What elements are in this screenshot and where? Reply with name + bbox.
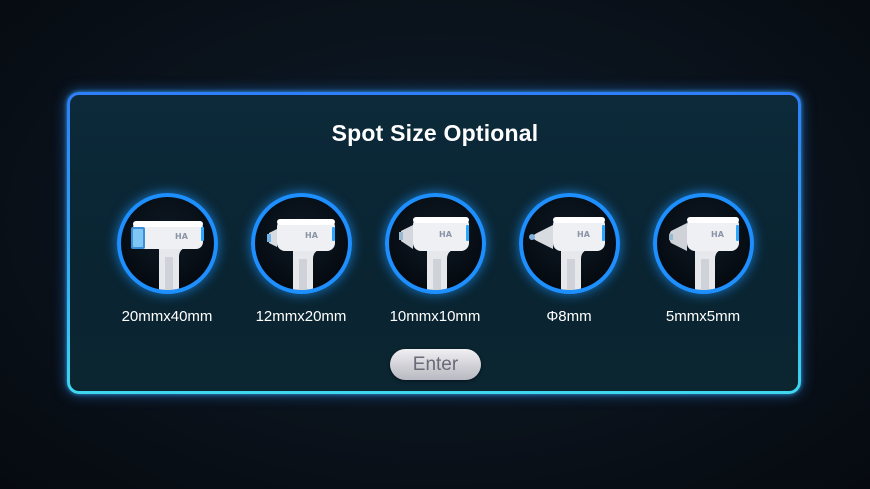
svg-text:HA: HA	[175, 232, 189, 241]
svg-text:HA: HA	[305, 231, 319, 240]
spot-option-label: 10mmx10mm	[389, 308, 481, 325]
spot-option-label: 5mmx5mm	[665, 308, 741, 325]
spot-option-12x20[interactable]: HA 12mmx20mm	[236, 193, 366, 328]
panel-title: Spot Size Optional	[331, 120, 539, 146]
spot-option-10x10[interactable]: HA 10mmx10mm	[370, 193, 500, 328]
handpiece-12x20-icon: HA	[250, 193, 352, 294]
svg-text:HA: HA	[577, 230, 591, 239]
handpiece-5x5-icon: HA	[652, 193, 754, 294]
spot-option-20x40[interactable]: HA 20mmx40mm	[102, 193, 232, 328]
spot-option-label: Φ8mm	[546, 308, 592, 325]
spot-option-label: 20mmx40mm	[121, 308, 213, 325]
svg-text:HA: HA	[711, 230, 725, 239]
enter-button[interactable]: Enter	[390, 349, 481, 380]
handpiece-phi8-icon: HA	[518, 193, 620, 294]
handpiece-10x10-icon: HA	[384, 193, 486, 294]
spot-option-5x5[interactable]: HA 5mmx5mm	[638, 193, 768, 328]
svg-text:HA: HA	[439, 230, 453, 239]
spot-option-label: 12mmx20mm	[255, 308, 347, 325]
spot-option-phi8[interactable]: HA Φ8mm	[504, 193, 634, 328]
handpiece-20x40-icon: HA	[116, 193, 218, 294]
